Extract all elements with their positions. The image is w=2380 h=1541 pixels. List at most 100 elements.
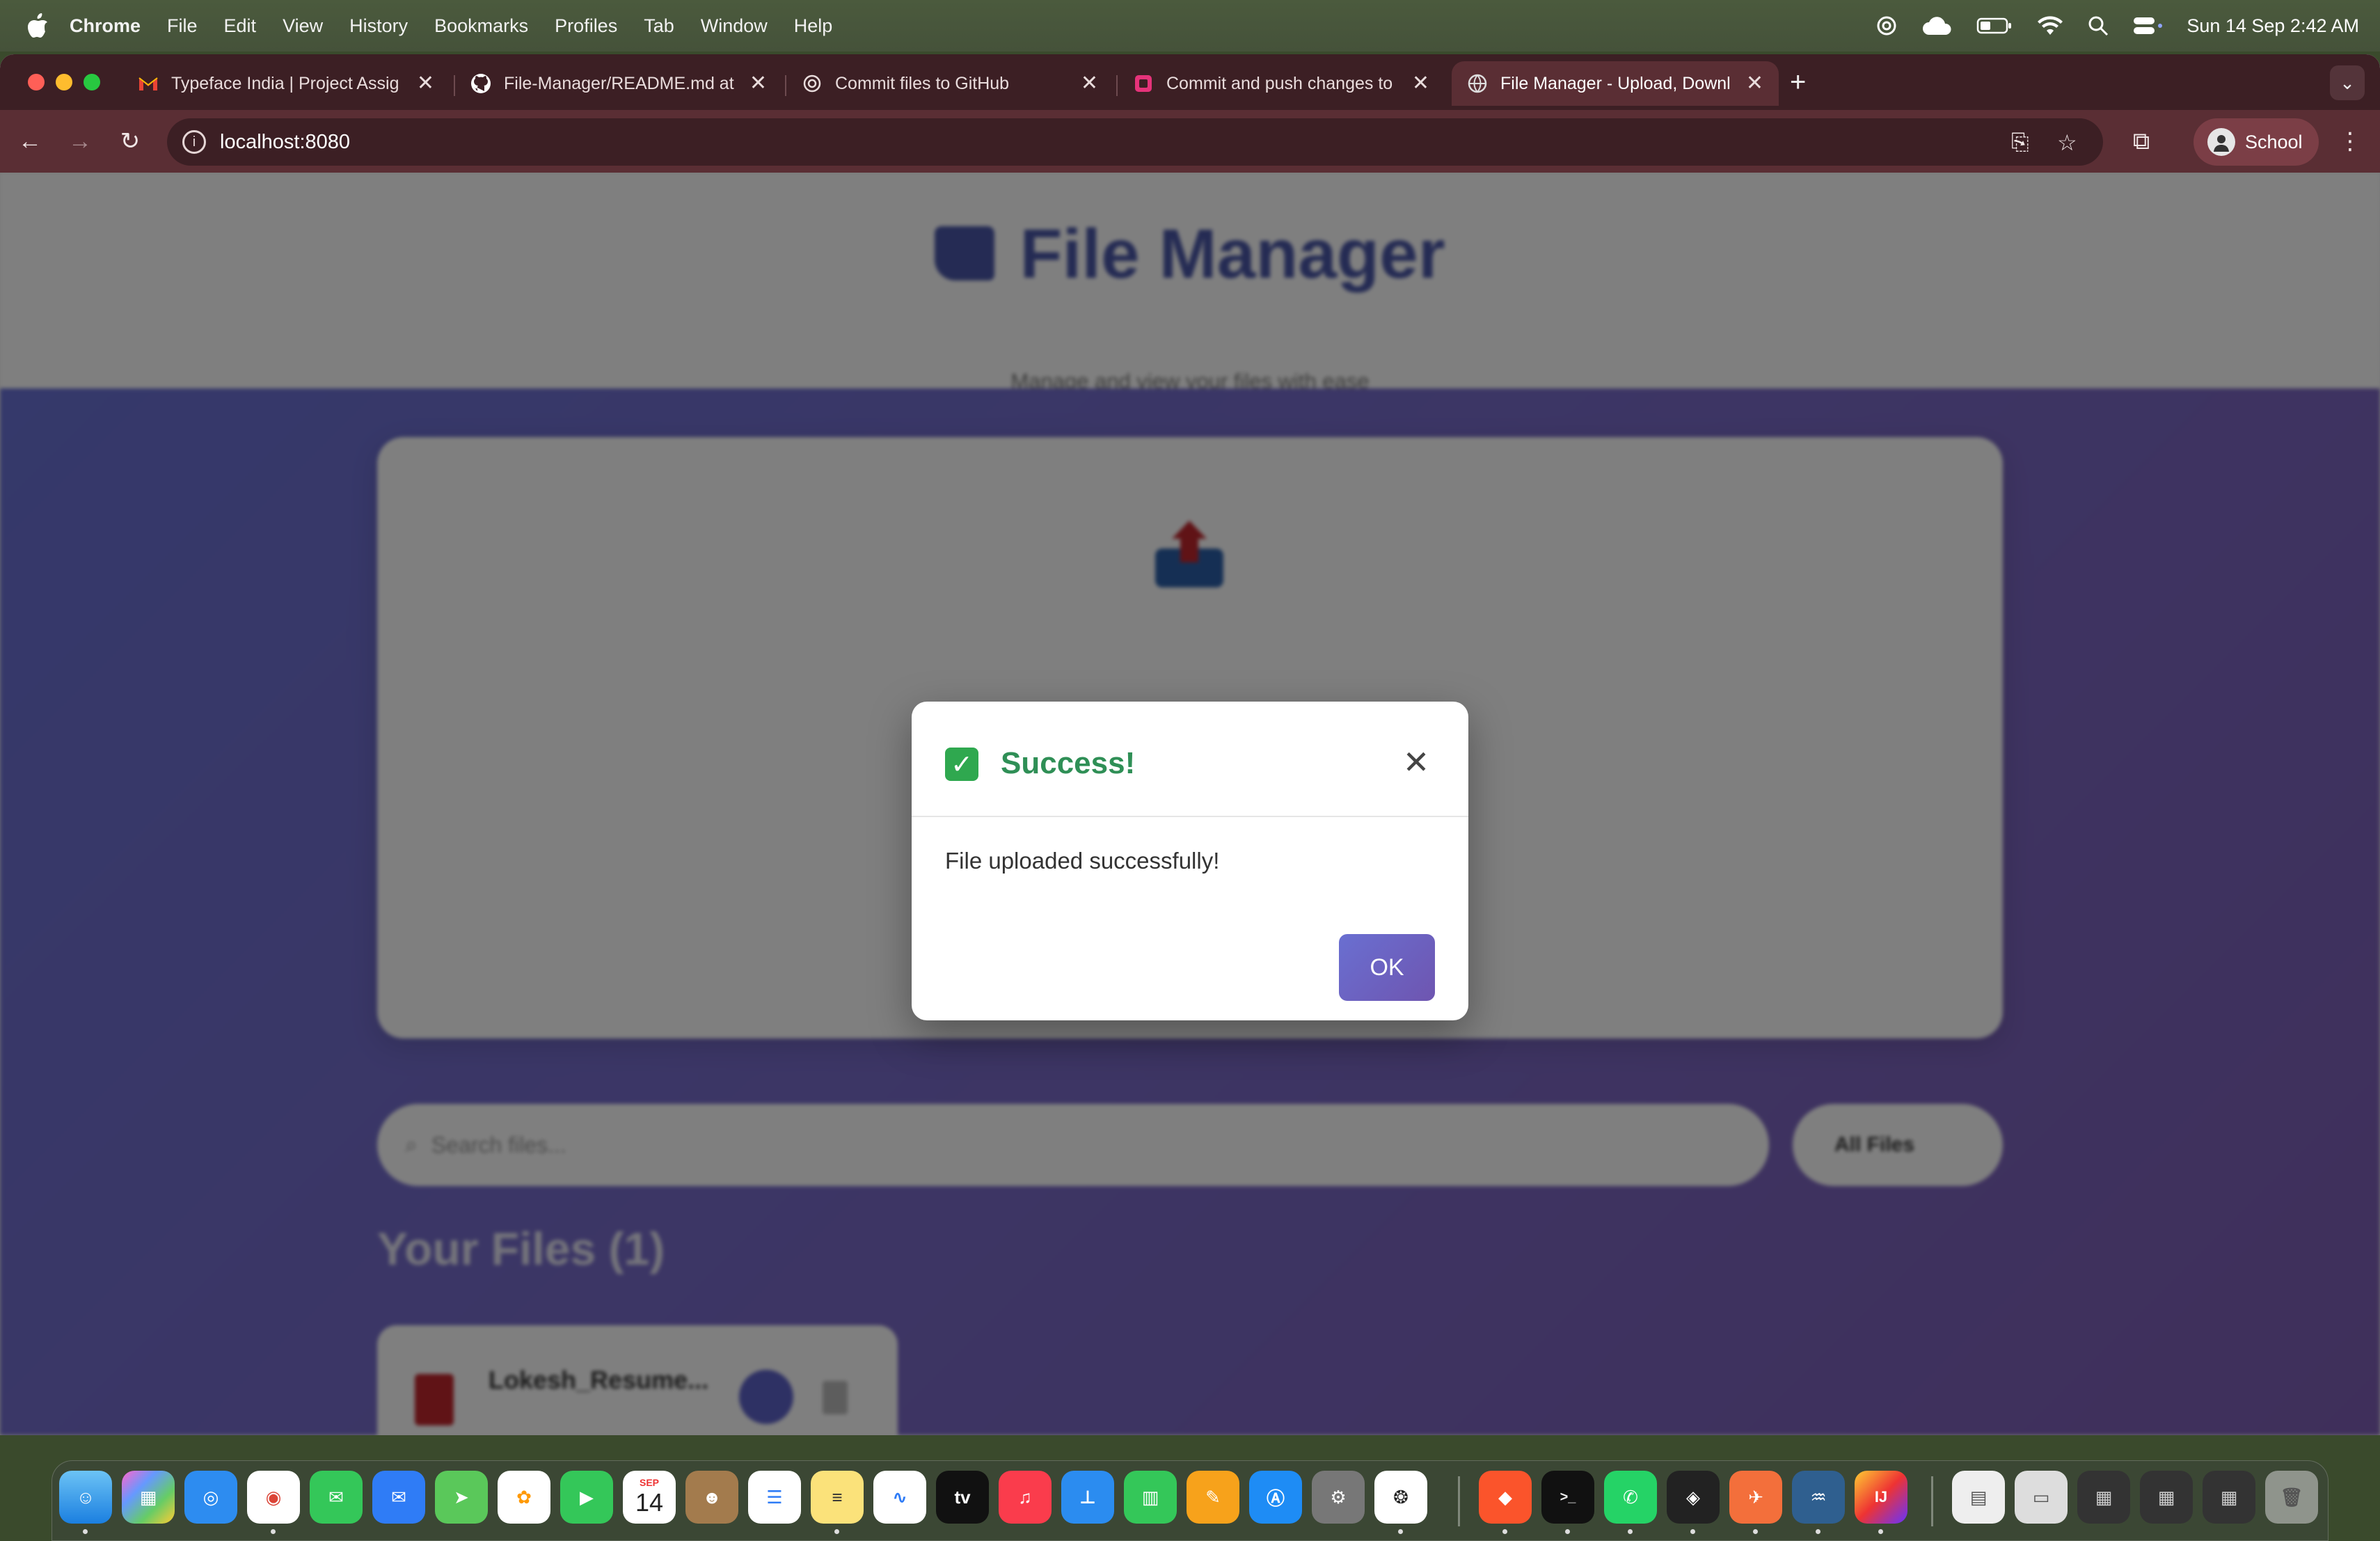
menu-window[interactable]: Window [701, 15, 768, 37]
running-indicator [1502, 1529, 1507, 1534]
ok-button[interactable]: OK [1339, 934, 1435, 1001]
minimize-window-button[interactable] [56, 74, 72, 90]
dialog-title: Success! [1001, 746, 1136, 780]
safari-icon[interactable]: ◎ [184, 1471, 237, 1524]
bookmark-star-icon[interactable]: ☆ [2057, 129, 2077, 156]
minimized-window-icon[interactable]: ▦ [2077, 1471, 2130, 1524]
numbers-icon[interactable]: ▥ [1124, 1471, 1177, 1524]
back-button[interactable]: ← [13, 124, 47, 159]
forward-button[interactable]: → [63, 124, 97, 159]
freeform-icon[interactable]: ∿ [873, 1471, 926, 1524]
mail-icon[interactable]: ✉ [372, 1471, 425, 1524]
minimized-window-icon[interactable]: ▦ [2140, 1471, 2193, 1524]
music-icon[interactable]: ♫ [999, 1471, 1052, 1524]
battery-icon[interactable] [1976, 17, 2013, 35]
tab-title: Commit files to GitHub [835, 73, 1010, 93]
running-indicator [1753, 1529, 1758, 1534]
minimized-window-icon[interactable]: ▦ [2203, 1471, 2255, 1524]
app-icon [1133, 73, 1154, 94]
close-tab-icon[interactable]: ✕ [749, 71, 767, 95]
tab-title: Commit and push changes to [1166, 73, 1393, 93]
system-settings-icon[interactable]: ⚙ [1312, 1471, 1365, 1524]
macos-dock: ☺ ▦ ◎ ◉ ✉ ✉ ➤ ✿ ▶ SEP 14 ☻ ☰ ≡ ∿ tv ♫ ⊥ … [51, 1460, 2329, 1541]
contacts-icon[interactable]: ☻ [685, 1471, 738, 1524]
tab-typeface-india[interactable]: Typeface India | Project Assig ✕ [122, 61, 450, 106]
chatgpt-icon [802, 73, 823, 94]
reminders-icon[interactable]: ☰ [748, 1471, 801, 1524]
trash-icon[interactable]: 🗑 [2265, 1471, 2318, 1524]
browser-toolbar: ← → ↻ i localhost:8080 ⎘ ☆ ⧉ School ⋮ [0, 110, 2380, 173]
chrome-menu-icon[interactable]: ⋮ [2333, 124, 2367, 159]
menu-bookmarks[interactable]: Bookmarks [434, 15, 528, 37]
notes-icon[interactable]: ≡ [811, 1471, 864, 1524]
chatgpt-app-icon[interactable]: ❂ [1374, 1471, 1427, 1524]
wifi-icon[interactable] [2036, 15, 2064, 36]
close-tab-icon[interactable]: ✕ [1412, 71, 1429, 95]
tab-commit-files[interactable]: Commit files to GitHub ✕ [786, 61, 1113, 106]
chatgpt-status-icon[interactable] [1875, 14, 1898, 38]
pages-icon[interactable]: ✎ [1187, 1471, 1239, 1524]
tab-commit-push[interactable]: Commit and push changes to ✕ [1118, 61, 1445, 106]
close-window-button[interactable] [28, 74, 45, 90]
gmail-icon [138, 73, 159, 94]
install-app-icon[interactable]: ⎘ [2011, 129, 2029, 156]
chrome-icon[interactable]: ◉ [247, 1471, 300, 1524]
brave-icon[interactable]: ◆ [1479, 1471, 1532, 1524]
finder-icon[interactable]: ☺ [59, 1471, 112, 1524]
running-indicator [1628, 1529, 1633, 1534]
spotlight-search-icon[interactable] [2088, 15, 2109, 36]
whatsapp-icon[interactable]: ✆ [1604, 1471, 1657, 1524]
running-indicator [1398, 1529, 1403, 1534]
messages-icon[interactable]: ✉ [310, 1471, 363, 1524]
tab-search-button[interactable]: ⌄ [2330, 65, 2365, 100]
apple-tv-icon[interactable]: tv [936, 1471, 989, 1524]
menu-help[interactable]: Help [794, 15, 833, 37]
calendar-icon[interactable]: SEP 14 [623, 1471, 676, 1524]
menu-file[interactable]: File [167, 15, 198, 37]
menu-edit[interactable]: Edit [224, 15, 257, 37]
intellij-icon[interactable]: IJ [1855, 1471, 1907, 1524]
control-center-icon[interactable] [2132, 15, 2163, 36]
tab-title: File-Manager/README.md at [504, 73, 734, 93]
menu-profiles[interactable]: Profiles [555, 15, 617, 37]
macos-menu-bar: Chrome File Edit View History Bookmarks … [0, 0, 2380, 52]
site-info-icon[interactable]: i [182, 130, 206, 154]
address-bar[interactable]: i localhost:8080 ⎘ ☆ [167, 118, 2103, 166]
cloud-icon[interactable] [1922, 15, 1953, 36]
running-indicator [1690, 1529, 1695, 1534]
url-text[interactable]: localhost:8080 [220, 131, 350, 154]
calendar-month: SEP [639, 1477, 659, 1488]
downloads-stack-icon[interactable]: ▭ [2015, 1471, 2068, 1524]
running-indicator [834, 1529, 839, 1534]
facetime-icon[interactable]: ▶ [560, 1471, 613, 1524]
zoom-window-button[interactable] [84, 74, 100, 90]
menu-bar-clock[interactable]: Sun 14 Sep 2:42 AM [2187, 15, 2359, 37]
profile-label: School [2245, 131, 2303, 152]
document-icon[interactable]: ▤ [1952, 1471, 2005, 1524]
new-tab-button[interactable]: + [1790, 67, 1806, 98]
tab-file-manager-active[interactable]: File Manager - Upload, Downl ✕ [1452, 61, 1779, 106]
menu-app-name[interactable]: Chrome [70, 15, 141, 37]
close-tab-icon[interactable]: ✕ [1081, 71, 1098, 95]
tab-file-manager-readme[interactable]: File-Manager/README.md at ✕ [455, 61, 782, 106]
close-tab-icon[interactable]: ✕ [417, 71, 434, 95]
browser-window: Typeface India | Project Assig ✕ File-Ma… [0, 54, 2380, 1435]
maps-icon[interactable]: ➤ [435, 1471, 488, 1524]
launchpad-icon[interactable]: ▦ [122, 1471, 175, 1524]
close-dialog-button[interactable]: ✕ [1399, 744, 1434, 780]
menu-view[interactable]: View [283, 15, 323, 37]
keynote-icon[interactable]: ⊥ [1061, 1471, 1114, 1524]
app-store-icon[interactable]: Ⓐ [1249, 1471, 1302, 1524]
mysql-workbench-icon[interactable]: ♒ [1792, 1471, 1845, 1524]
extensions-icon[interactable]: ⧉ [2124, 124, 2159, 159]
apple-logo-icon[interactable] [26, 13, 49, 38]
photos-icon[interactable]: ✿ [498, 1471, 550, 1524]
box-app-icon[interactable]: ◈ [1667, 1471, 1720, 1524]
terminal-icon[interactable]: >_ [1541, 1471, 1594, 1524]
menu-tab[interactable]: Tab [644, 15, 674, 37]
profile-button[interactable]: School [2193, 118, 2319, 166]
close-tab-icon[interactable]: ✕ [1746, 71, 1763, 95]
menu-history[interactable]: History [349, 15, 408, 37]
reload-button[interactable]: ↻ [113, 124, 148, 159]
postman-icon[interactable]: ✈ [1729, 1471, 1782, 1524]
